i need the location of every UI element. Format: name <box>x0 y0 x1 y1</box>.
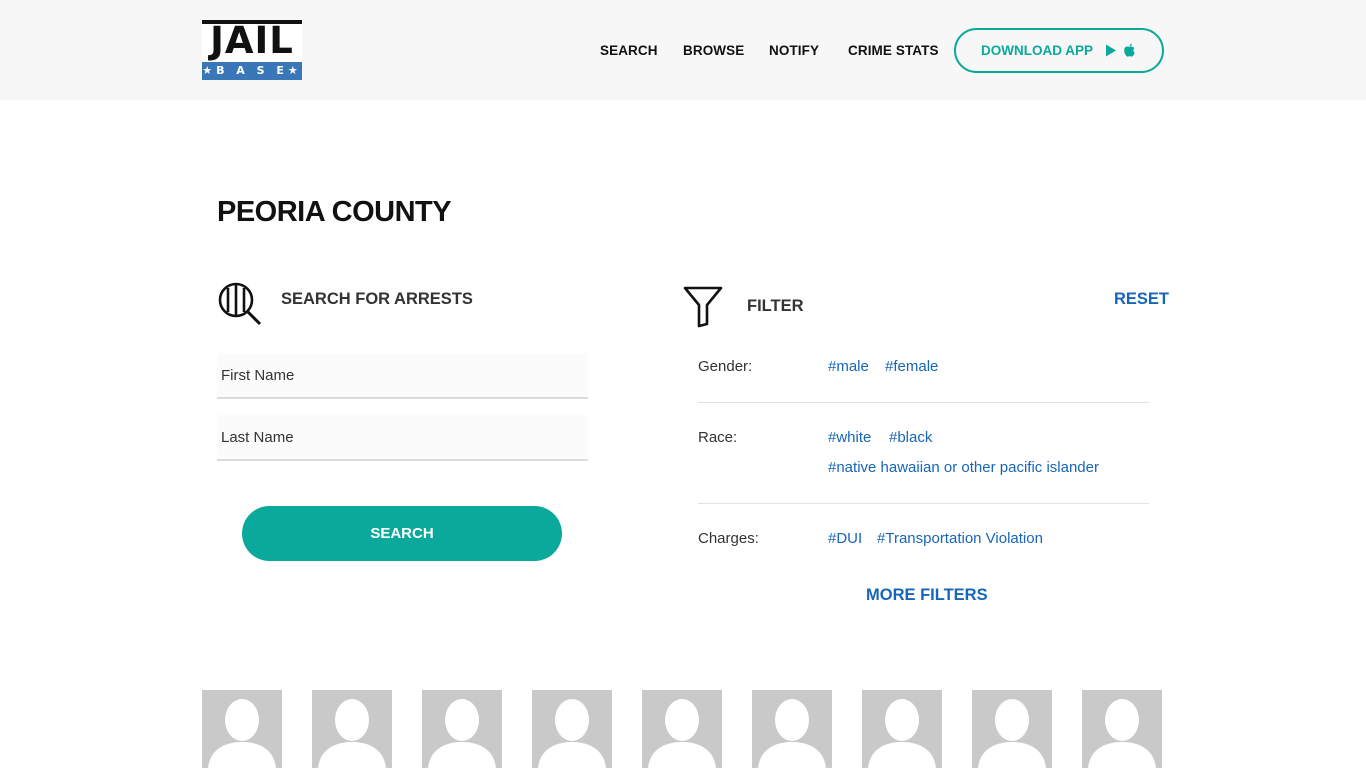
avatar[interactable] <box>972 690 1052 768</box>
logo-subword: ★B A S E★ <box>202 62 302 80</box>
tag-white[interactable]: #white <box>828 429 871 446</box>
nav-search[interactable]: SEARCH <box>600 43 658 58</box>
filter-divider <box>698 503 1149 504</box>
filter-heading: FILTER <box>747 297 804 315</box>
search-arrests-icon <box>217 281 263 327</box>
person-silhouette-icon <box>428 699 496 768</box>
tag-male[interactable]: #male <box>828 358 869 375</box>
nav-browse[interactable]: BROWSE <box>683 43 744 58</box>
play-store-icon <box>1106 44 1116 57</box>
person-silhouette-icon <box>318 699 386 768</box>
download-app-label: DOWNLOAD APP <box>981 43 1093 58</box>
filter-icon <box>683 286 723 328</box>
tag-transportation-violation[interactable]: #Transportation Violation <box>877 530 1043 547</box>
search-button[interactable]: SEARCH <box>242 506 562 561</box>
person-silhouette-icon <box>538 699 606 768</box>
person-silhouette-icon <box>1088 699 1156 768</box>
avatar[interactable] <box>1082 690 1162 768</box>
tag-female[interactable]: #female <box>885 358 938 375</box>
person-silhouette-icon <box>868 699 936 768</box>
avatar[interactable] <box>862 690 942 768</box>
reset-filters-link[interactable]: RESET <box>1114 290 1169 309</box>
person-silhouette-icon <box>758 699 826 768</box>
logo-top: JAIL <box>202 20 302 62</box>
gender-label: Gender: <box>698 358 753 375</box>
download-app-button[interactable]: DOWNLOAD APP <box>954 28 1164 73</box>
first-name-input[interactable] <box>217 353 588 399</box>
person-silhouette-icon <box>648 699 716 768</box>
tag-black[interactable]: #black <box>889 429 932 446</box>
person-silhouette-icon <box>208 699 276 768</box>
avatar[interactable] <box>312 690 392 768</box>
avatar[interactable] <box>532 690 612 768</box>
avatar[interactable] <box>422 690 502 768</box>
logo-word: JAIL <box>210 19 294 62</box>
tag-native-hawaiian[interactable]: #native hawaiian or other pacific island… <box>828 459 1099 476</box>
filter-divider <box>698 402 1149 403</box>
jailbase-logo[interactable]: JAIL ★B A S E★ <box>202 20 302 80</box>
race-label: Race: <box>698 429 738 446</box>
person-silhouette-icon <box>978 699 1046 768</box>
more-filters-link[interactable]: MORE FILTERS <box>866 586 988 605</box>
avatar[interactable] <box>642 690 722 768</box>
avatar[interactable] <box>202 690 282 768</box>
download-icons <box>1105 43 1136 58</box>
search-arrests-heading: SEARCH FOR ARRESTS <box>281 290 473 308</box>
nav-notify[interactable]: NOTIFY <box>769 43 819 58</box>
avatar[interactable] <box>752 690 832 768</box>
tag-dui[interactable]: #DUI <box>828 530 862 547</box>
charges-label: Charges: <box>698 530 759 547</box>
nav-crime-stats[interactable]: CRIME STATS <box>848 43 939 58</box>
apple-icon <box>1124 43 1135 57</box>
site-header: JAIL ★B A S E★ SEARCH BROWSE NOTIFY CRIM… <box>0 0 1366 100</box>
last-name-input[interactable] <box>217 415 588 461</box>
page-title: PEORIA COUNTY <box>217 196 452 228</box>
